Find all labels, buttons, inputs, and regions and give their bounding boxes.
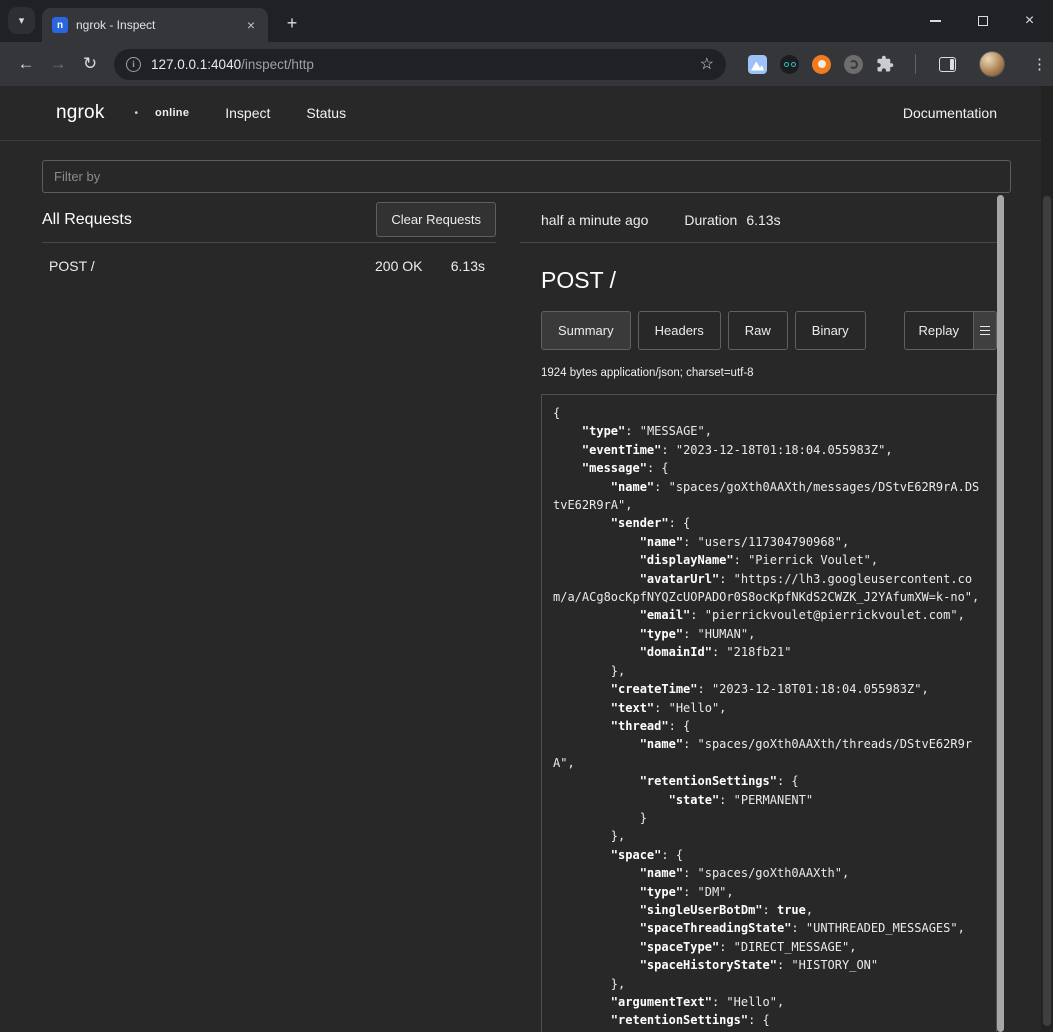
clear-requests-button[interactable]: Clear Requests	[376, 202, 496, 237]
address-bar[interactable]: i 127.0.0.1:4040/inspect/http ☆	[114, 49, 726, 80]
detail-tabs-row: Summary Headers Raw Binary Replay	[541, 311, 997, 350]
extension-photos-icon[interactable]	[748, 55, 767, 74]
browser-menu-button[interactable]: ⋮	[1024, 55, 1053, 73]
page-scrollbar-track[interactable]	[1041, 86, 1053, 1032]
window-minimize-button[interactable]	[912, 0, 959, 42]
back-icon: ←	[18, 54, 35, 74]
window-maximize-button[interactable]	[959, 0, 1006, 42]
extensions-puzzle-icon[interactable]	[876, 55, 894, 73]
documentation-link[interactable]: Documentation	[903, 105, 997, 121]
bookmark-star-icon[interactable]: ☆	[700, 54, 714, 74]
browser-titlebar: ▾ n ngrok - Inspect × + ×	[0, 0, 1053, 42]
status-dot-icon: •	[135, 108, 139, 119]
extension-swirl-icon[interactable]	[844, 55, 863, 74]
forward-icon: →	[50, 54, 67, 74]
browser-tab[interactable]: n ngrok - Inspect ×	[42, 8, 268, 42]
profile-avatar[interactable]	[979, 51, 1005, 77]
minimize-icon	[930, 20, 941, 22]
request-detail-panel: half a minute ago Duration 6.13s POST / …	[520, 197, 997, 1032]
url-text: 127.0.0.1:4040/inspect/http	[151, 57, 690, 72]
nav-status-link[interactable]: Status	[306, 105, 346, 121]
tab-headers[interactable]: Headers	[638, 311, 721, 350]
tab-close-icon[interactable]: ×	[242, 16, 260, 34]
content-type-summary: 1924 bytes application/json; charset=utf…	[541, 367, 997, 379]
request-duration-group: Duration 6.13s	[684, 212, 780, 228]
duration-value: 6.13s	[746, 212, 780, 228]
request-meta-row: half a minute ago Duration 6.13s	[520, 197, 997, 243]
puzzle-svg	[876, 55, 894, 73]
nav-inspect-link[interactable]: Inspect	[225, 105, 270, 121]
duration-label: Duration	[684, 212, 737, 228]
page-scrollbar-thumb[interactable]	[1043, 196, 1051, 1026]
url-host: 127.0.0.1:4040	[151, 57, 241, 72]
url-path: /inspect/http	[241, 57, 314, 72]
reload-button[interactable]: ↻	[74, 48, 106, 80]
maximize-icon	[978, 16, 988, 26]
window-close-button[interactable]: ×	[1006, 0, 1053, 42]
detail-pane-scrollbar[interactable]	[997, 195, 1004, 1032]
back-button[interactable]: ←	[10, 48, 42, 80]
ngrok-logo[interactable]: ngrok	[56, 102, 105, 124]
toolbar-divider	[915, 54, 916, 74]
request-status: 200 OK	[375, 258, 448, 274]
chevron-down-icon: ▾	[19, 14, 25, 27]
inspector-content: All Requests Clear Requests POST / 200 O…	[0, 193, 1053, 1032]
requests-panel-title: All Requests	[42, 211, 132, 229]
tab-title: ngrok - Inspect	[76, 18, 234, 32]
filter-input[interactable]	[42, 160, 1011, 193]
requests-panel-header: All Requests Clear Requests	[42, 197, 496, 243]
request-method-path: POST /	[49, 258, 375, 274]
replay-options-button[interactable]	[973, 311, 997, 350]
side-panel-fill	[950, 59, 954, 70]
request-list-item[interactable]: POST / 200 OK 6.13s	[42, 243, 496, 289]
side-panel-icon[interactable]	[939, 57, 956, 72]
ngrok-favicon-icon: n	[52, 17, 68, 33]
replay-button-group: Replay	[904, 311, 997, 350]
ngrok-inspect-page: ngrok • online Inspect Status Documentat…	[0, 86, 1053, 1032]
ngrok-header: ngrok • online Inspect Status Documentat…	[0, 86, 1053, 141]
dot-icon	[818, 60, 826, 68]
request-duration: 6.13s	[451, 258, 485, 274]
tab-summary[interactable]: Summary	[541, 311, 631, 350]
tunnel-status-badge: online	[155, 107, 189, 119]
window-controls: ×	[912, 0, 1053, 42]
extension-orange-icon[interactable]	[812, 55, 831, 74]
lens-right-icon	[791, 62, 796, 67]
request-detail-title: POST /	[541, 267, 997, 294]
reload-icon: ↻	[83, 54, 97, 74]
lens-left-icon	[784, 62, 789, 67]
requests-panel: All Requests Clear Requests POST / 200 O…	[42, 197, 496, 289]
hamburger-icon	[980, 326, 990, 328]
forward-button[interactable]: →	[42, 48, 74, 80]
filter-row	[0, 141, 1053, 193]
extensions-area: ⋮	[748, 51, 1053, 77]
site-info-icon[interactable]: i	[126, 57, 141, 72]
browser-toolbar: ← → ↻ i 127.0.0.1:4040/inspect/http ☆ ⋮	[0, 42, 1053, 86]
extension-binoculars-icon[interactable]	[780, 55, 799, 74]
hamburger-icon-2	[980, 330, 990, 332]
new-tab-button[interactable]: +	[280, 13, 304, 34]
tab-binary[interactable]: Binary	[795, 311, 866, 350]
response-body-json: { "type": "MESSAGE", "eventTime": "2023-…	[541, 394, 997, 1032]
close-icon: ×	[1025, 13, 1034, 29]
replay-button[interactable]: Replay	[904, 311, 973, 350]
arc-icon	[849, 60, 858, 69]
tab-search-button[interactable]: ▾	[8, 7, 35, 34]
hamburger-icon-3	[980, 334, 990, 336]
request-time-ago: half a minute ago	[541, 212, 648, 228]
tab-raw[interactable]: Raw	[728, 311, 788, 350]
mountain-icon	[751, 62, 764, 71]
